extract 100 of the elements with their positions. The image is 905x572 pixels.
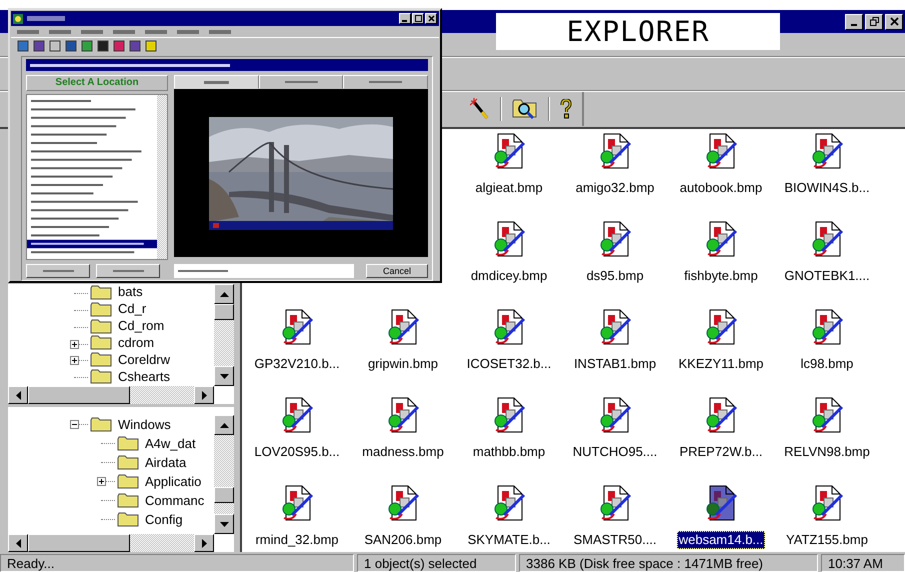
close-button[interactable] [885, 14, 903, 30]
toolbar-icon[interactable] [33, 40, 45, 52]
add-button[interactable] [96, 264, 160, 278]
file-name[interactable]: mathbb.bmp [470, 443, 548, 461]
toolbar-icon[interactable] [81, 40, 93, 52]
file-name[interactable]: fishbyte.bmp [682, 267, 760, 285]
input-field[interactable] [174, 264, 354, 278]
file-name[interactable]: rmind_32.bmp [253, 531, 341, 549]
paint-file-icon [386, 397, 420, 435]
file-name[interactable]: websam14.b... [676, 531, 766, 549]
file-name[interactable]: GP32V210.b... [252, 355, 342, 373]
tree-item[interactable]: Applicatio [145, 474, 202, 490]
list-row[interactable] [31, 234, 100, 236]
list-row[interactable] [31, 176, 113, 178]
vertical-scrollbar[interactable] [214, 284, 234, 386]
file-name[interactable]: NUTCHO95.... [570, 443, 660, 461]
scroll-thumb[interactable] [28, 386, 130, 404]
file-name[interactable]: dmdicey.bmp [468, 267, 550, 285]
expand-icon[interactable] [70, 340, 79, 349]
app-icon [13, 14, 23, 24]
collapse-icon[interactable] [70, 420, 79, 429]
folder-icon [117, 512, 139, 527]
tree-item[interactable]: Cshearts [118, 368, 170, 385]
vertical-scrollbar[interactable] [214, 415, 234, 534]
paint-file-icon [280, 397, 314, 435]
tab[interactable] [343, 75, 428, 89]
toolbar-icon[interactable] [113, 40, 125, 52]
tree-item[interactable]: bats [118, 284, 143, 300]
search-icon[interactable] [512, 99, 538, 119]
expand-icon[interactable] [97, 477, 106, 486]
vertical-scrollbar[interactable] [157, 95, 167, 259]
tree-item[interactable]: Commanc [145, 492, 204, 508]
file-name[interactable]: SKYMATE.b... [466, 531, 552, 549]
scroll-thumb[interactable] [28, 534, 130, 552]
file-name[interactable]: PREP72W.b... [677, 443, 765, 461]
tree-item[interactable]: Windows [118, 416, 171, 432]
file-name[interactable]: RELVN98.bmp [782, 443, 872, 461]
toolbar-icon[interactable] [129, 40, 141, 52]
scroll-thumb[interactable] [214, 487, 234, 503]
file-name[interactable]: autobook.bmp [678, 179, 764, 197]
wand-icon[interactable] [470, 98, 490, 120]
down-arrow-icon[interactable] [220, 374, 228, 378]
file-name[interactable]: SMASTR50.... [571, 531, 659, 549]
file-name[interactable]: LOV20S95.b... [252, 443, 342, 461]
tab[interactable] [258, 75, 344, 89]
toolbar-icon[interactable] [17, 40, 29, 52]
list-row[interactable] [31, 134, 107, 136]
tree-item[interactable]: Coreldrw [118, 352, 170, 368]
tree-item[interactable]: cdrom [118, 334, 154, 351]
tree-item[interactable]: Cd_r [118, 301, 146, 318]
folder-icon [90, 335, 112, 350]
file-name[interactable]: lc98.bmp [798, 355, 856, 373]
list-row[interactable] [31, 108, 136, 110]
tree-item[interactable]: Config [145, 512, 183, 528]
list-row[interactable] [31, 150, 142, 152]
file-name[interactable]: INSTAB1.bmp [572, 355, 658, 373]
help-icon[interactable] [560, 99, 572, 119]
file-name[interactable]: ds95.bmp [584, 267, 646, 285]
minimize-button[interactable] [845, 14, 863, 30]
tree-item[interactable]: Cd_rom [118, 318, 164, 334]
list-row[interactable] [27, 240, 157, 248]
folder-icon [90, 417, 112, 432]
tree-item[interactable]: A4w_dat [145, 436, 196, 452]
right-arrow-icon[interactable] [202, 538, 206, 548]
horizontal-scrollbar[interactable] [8, 386, 214, 404]
cancel-button[interactable]: Cancel [366, 264, 428, 278]
file-name[interactable]: amigo32.bmp [574, 179, 656, 197]
tree-item[interactable]: Airdata [145, 454, 186, 470]
list-row[interactable] [31, 192, 94, 194]
right-arrow-icon[interactable] [202, 390, 206, 400]
file-name[interactable]: gripwin.bmp [366, 355, 440, 373]
file-name[interactable]: YATZ155.bmp [784, 531, 870, 549]
expand-icon[interactable] [70, 356, 79, 366]
restore-button[interactable] [865, 14, 883, 30]
horizontal-scrollbar[interactable] [8, 534, 214, 552]
file-name[interactable]: madness.bmp [360, 443, 446, 461]
toolbar-icon[interactable] [49, 40, 61, 52]
file-name[interactable]: ICOSET32.b... [464, 355, 554, 373]
file-name[interactable]: BIOWIN4S.b... [782, 179, 872, 197]
down-arrow-icon[interactable] [220, 522, 228, 526]
toolbar-icon[interactable] [65, 40, 77, 52]
maximize-button[interactable] [412, 13, 424, 24]
file-name[interactable]: KKEZY11.bmp [676, 355, 766, 373]
toolbar-icon[interactable] [97, 40, 109, 52]
tab[interactable] [174, 75, 259, 89]
left-arrow-icon[interactable] [16, 538, 20, 548]
close-button[interactable] [425, 13, 437, 24]
file-name[interactable]: GNOTEBK1.... [782, 267, 872, 285]
up-arrow-icon[interactable] [220, 292, 228, 296]
list-row[interactable] [31, 218, 119, 220]
left-arrow-icon[interactable] [16, 390, 20, 400]
toolbar-icon[interactable] [145, 40, 157, 52]
window-title: EXPLORER [496, 13, 780, 50]
select-button[interactable] [26, 264, 90, 278]
paint-file-icon [704, 485, 738, 523]
up-arrow-icon[interactable] [220, 422, 228, 428]
file-name[interactable]: SAN206.bmp [362, 531, 444, 549]
minimize-button[interactable] [399, 13, 411, 24]
file-name[interactable]: algieat.bmp [473, 179, 545, 197]
scroll-thumb[interactable] [214, 304, 234, 320]
